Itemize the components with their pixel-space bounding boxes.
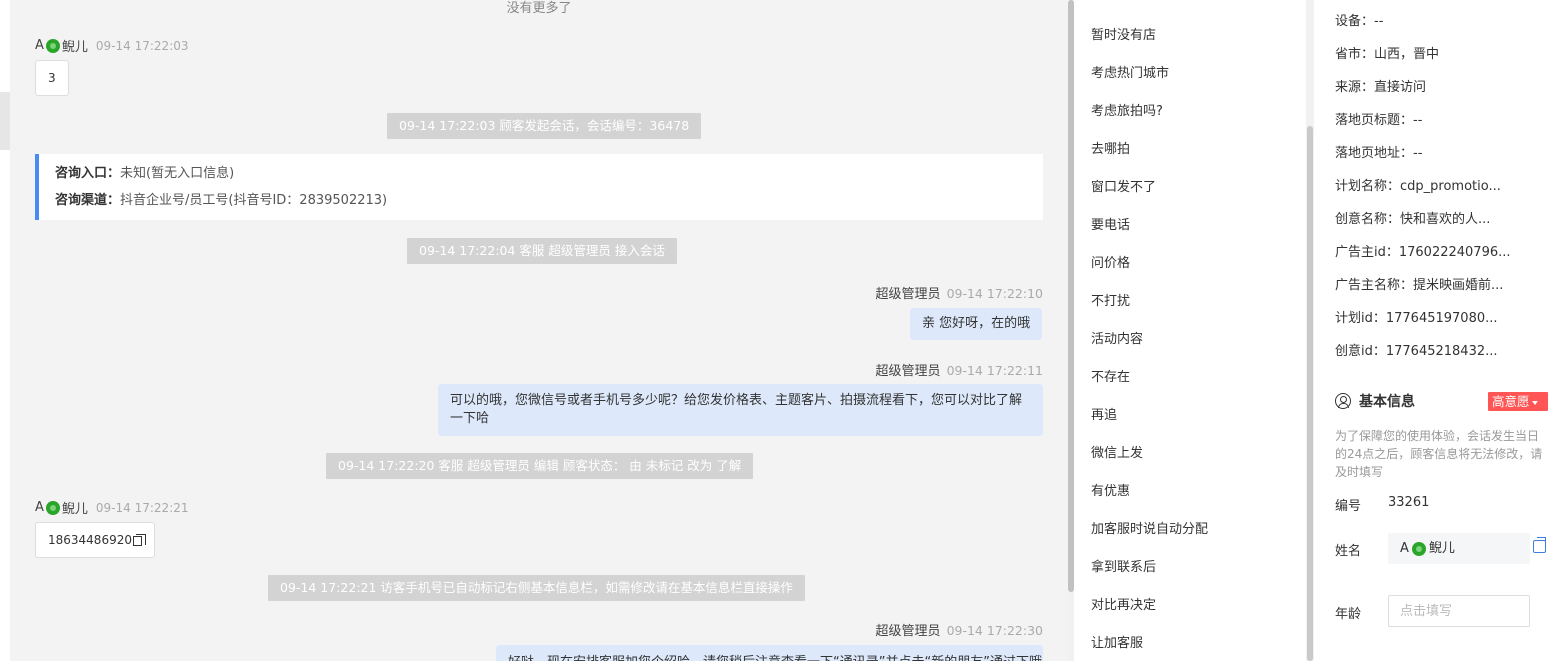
customer-info-panel: 设备：-- 省市：山西，晋中 来源：直接访问 落地页标题：-- 落地页地址：--… — [1316, 0, 1564, 661]
agent-meta: 超级管理员 09-14 17:22:11 — [710, 360, 1043, 379]
info-attr: 计划名称：cdp_promotio... — [1335, 179, 1501, 194]
system-message: 09-14 17:22:21 访客手机号已自动标记右侧基本信息栏，如需修改请在基… — [268, 575, 805, 601]
quick-phrase-item[interactable]: 不打扰 — [1091, 290, 1130, 309]
info-attr: 计划id：177645197080... — [1335, 311, 1498, 326]
quick-phrase-item[interactable]: 再追 — [1091, 404, 1117, 423]
message-time: 09-14 17:22:11 — [946, 363, 1043, 378]
agent-meta: 超级管理员 09-14 17:22:10 — [710, 283, 1043, 302]
visitor-name: 鲵儿 — [61, 40, 88, 55]
age-input[interactable] — [1388, 595, 1530, 627]
system-message: 09-14 17:22:20 客服 超级管理员 编辑 顾客状态： 由 未标记 改… — [326, 453, 754, 479]
info-attr: 创意名称：快和喜欢的人... — [1335, 212, 1491, 227]
consult-entry-value: 未知(暂无入口信息) — [120, 166, 235, 181]
quick-phrase-item[interactable]: 微信上发 — [1091, 442, 1143, 461]
quick-phrase-item[interactable]: 加客服时说自动分配 — [1091, 518, 1208, 537]
quick-phrase-item[interactable]: 活动内容 — [1091, 328, 1143, 347]
info-attr: 广告主id：176022240796... — [1335, 245, 1511, 260]
name-label: 姓名 — [1335, 544, 1362, 559]
agent-message-line: 一下哈 — [450, 411, 490, 426]
age-label: 年龄 — [1335, 607, 1362, 622]
basic-info-title-text: 基本信息 — [1359, 394, 1415, 410]
name-prefix: A — [1400, 541, 1409, 556]
intent-dropdown[interactable]: 高意愿 — [1488, 392, 1548, 411]
visitor-phone: 18634486920 — [48, 533, 132, 547]
agent-name: 超级管理员 — [875, 287, 941, 302]
quick-phrase-item[interactable]: 不存在 — [1091, 366, 1130, 385]
agent-name: 超级管理员 — [875, 624, 941, 639]
left-edge-marker — [0, 92, 10, 150]
quick-phrase-item[interactable]: 暂时没有店 — [1091, 24, 1156, 43]
clover-icon — [45, 500, 60, 515]
quick-phrase-item[interactable]: 要电话 — [1091, 214, 1130, 233]
message-time: 09-14 17:22:03 — [95, 38, 189, 53]
agent-message: 可以的哦，您微信号或者手机号多少呢？给您发价格表、主题客片、拍摄流程看下，您可以… — [438, 384, 1043, 436]
visitor-name: 鲵儿 — [61, 502, 88, 517]
visitor-message: 3 — [35, 60, 69, 96]
chat-panel: 没有更多了 A 鲵儿 09-14 17:22:03 3 09-14 17:22:… — [10, 0, 1068, 661]
id-value: 33261 — [1388, 495, 1430, 510]
visitor-prefix: A — [35, 38, 44, 53]
agent-message-line: 可以的哦，您微信号或者手机号多少呢？给您发价格表、主题客片、拍摄流程看下，您可以… — [450, 393, 1023, 408]
edit-notice: 为了保障您的使用体验，会话发生当日的24点之后，顾客信息将无法修改，请及时填写 — [1335, 429, 1543, 479]
clover-icon — [1411, 541, 1426, 556]
basic-info-title: 基本信息 — [1335, 391, 1415, 411]
quick-phrase-list: 暂时没有店 考虑热门城市 考虑旅拍吗? 去哪拍 窗口发不了 要电话 问价格 不打… — [1074, 0, 1306, 661]
info-attr: 设备：-- — [1335, 14, 1384, 29]
left-edge-strip — [0, 0, 10, 661]
consult-entry-row: 咨询入口：未知(暂无入口信息) — [55, 163, 1043, 190]
quick-phrase-item[interactable]: 去哪拍 — [1091, 138, 1130, 157]
agent-message: 亲 您好呀，在的哦 — [910, 308, 1043, 340]
quick-phrase-item[interactable]: 问价格 — [1091, 252, 1130, 271]
consult-info-card: 咨询入口：未知(暂无入口信息) 咨询渠道：抖音企业号/员工号(抖音号ID：283… — [35, 154, 1043, 220]
quick-phrase-item[interactable]: 考虑热门城市 — [1091, 62, 1169, 81]
quick-phrase-item[interactable]: 拿到联系后 — [1091, 556, 1156, 575]
copy-edit-icon[interactable] — [1533, 537, 1546, 553]
info-attr: 省市：山西，晋中 — [1335, 47, 1440, 62]
visitor-phone-message: 18634486920 — [35, 522, 155, 558]
info-attr: 创意id：177645218432... — [1335, 344, 1498, 359]
clover-icon — [45, 38, 60, 53]
message-time: 09-14 17:22:10 — [946, 286, 1043, 301]
caret-down-icon — [1531, 400, 1538, 405]
quick-phrase-item[interactable]: 窗口发不了 — [1091, 176, 1156, 195]
info-attr: 落地页标题：-- — [1335, 113, 1423, 128]
copy-icon[interactable] — [132, 533, 146, 546]
consult-entry-label: 咨询入口： — [55, 166, 121, 181]
message-time: 09-14 17:22:21 — [95, 500, 189, 515]
name-field[interactable]: A 鲵儿 — [1388, 533, 1530, 564]
agent-meta: 超级管理员 09-14 17:22:30 — [710, 620, 1043, 639]
phrase-scrollbar-thumb[interactable] — [1307, 126, 1313, 661]
id-label: 编号 — [1335, 499, 1362, 514]
phrase-scrollbar[interactable] — [1306, 0, 1314, 661]
name-value: 鲵儿 — [1428, 541, 1455, 556]
intent-dropdown-label: 高意愿 — [1492, 394, 1530, 409]
user-circle-icon — [1335, 393, 1351, 409]
agent-name: 超级管理员 — [875, 364, 941, 379]
consult-channel-value: 抖音企业号/员工号(抖音号ID：2839502213) — [120, 193, 388, 208]
consult-channel-label: 咨询渠道： — [55, 193, 121, 208]
system-message: 09-14 17:22:04 客服 超级管理员 接入会话 — [407, 238, 677, 264]
quick-phrase-item[interactable]: 考虑旅拍吗? — [1091, 100, 1163, 119]
system-message: 09-14 17:22:03 顾客发起会话，会话编号：36478 — [387, 113, 702, 139]
info-attr: 落地页地址：-- — [1335, 146, 1423, 161]
no-more-label: 没有更多了 — [506, 1, 572, 16]
consult-channel-row: 咨询渠道：抖音企业号/员工号(抖音号ID：2839502213) — [55, 190, 1043, 217]
info-attr: 来源：直接访问 — [1335, 80, 1427, 95]
quick-phrase-item[interactable]: 对比再决定 — [1091, 594, 1156, 613]
quick-phrase-item[interactable]: 让加客服 — [1091, 632, 1143, 651]
agent-message: 好哒，现在安排客服加您个绍哈，请您稍后注意查看一下“通讯录”并点击“新的朋友”通… — [496, 645, 1043, 661]
message-time: 09-14 17:22:30 — [946, 623, 1043, 638]
visitor-meta: A 鲵儿 09-14 17:22:03 — [35, 36, 189, 55]
visitor-prefix: A — [35, 500, 44, 515]
quick-phrase-item[interactable]: 有优惠 — [1091, 480, 1130, 499]
info-attr: 广告主名称：提米映画婚前... — [1335, 278, 1504, 293]
visitor-meta: A 鲵儿 09-14 17:22:21 — [35, 498, 189, 517]
